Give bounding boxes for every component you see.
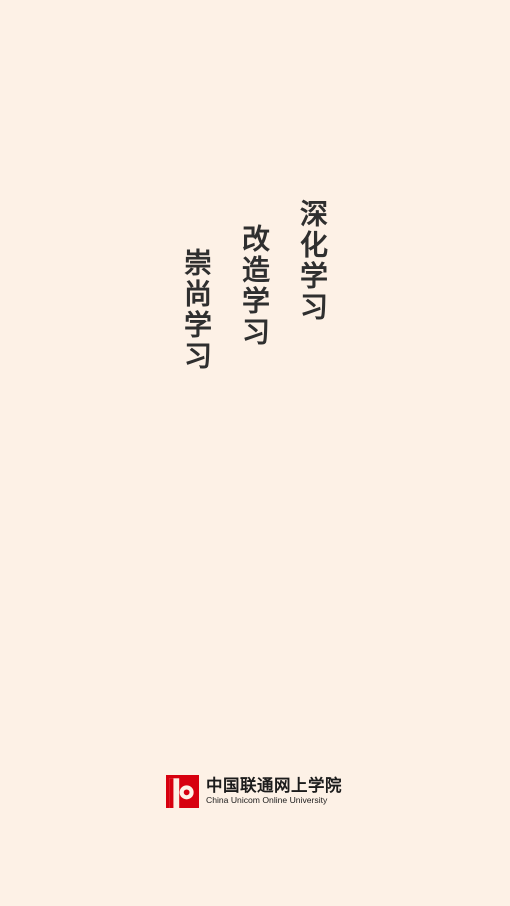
slogan-deepen-learning: 深化学习 bbox=[296, 199, 329, 323]
slogan-transform-learning: 改造学习 bbox=[238, 224, 271, 348]
slogan-advocate-learning: 崇尚学习 bbox=[180, 248, 213, 372]
brand-name-english: China Unicom Online University bbox=[206, 794, 328, 805]
brand-text: 中国联通网上学院 China Unicom Online University bbox=[206, 775, 342, 806]
brand-logo: 中国联通网上学院 China Unicom Online University bbox=[166, 773, 342, 809]
brand-name-chinese: 中国联通网上学院 bbox=[206, 775, 342, 795]
splash-screen: 深化学习 改造学习 崇尚学习 中国联通网上学院 China Unicom Onl… bbox=[0, 0, 510, 906]
china-unicom-logo-icon bbox=[166, 774, 199, 808]
